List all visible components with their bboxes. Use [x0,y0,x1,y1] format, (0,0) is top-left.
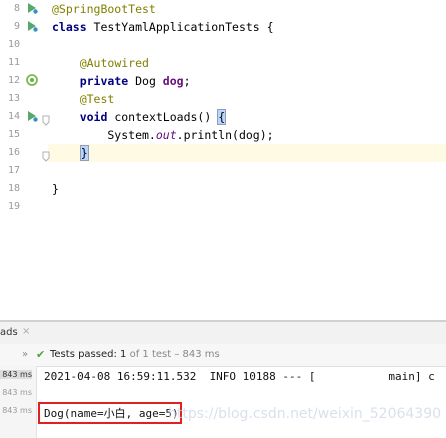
gutter-line: 16 [0,144,50,162]
gutter-line: 8 [0,0,48,18]
duration-label: 843 ms [2,406,32,415]
code-line[interactable]: @SpringBootTest [52,0,156,18]
code-token: private [79,74,136,88]
duration-label[interactable]: 843 ms [0,370,32,379]
line-number: 8 [13,3,20,14]
line-number: 14 [7,111,20,122]
tests-passed-status: Tests passed: 1 of 1 test – 843 ms [50,349,220,360]
gutter-line: 17 [0,162,48,180]
code-token: } [79,145,89,161]
fold-marker-icon[interactable] [42,111,50,126]
gutter-line: 12 [0,72,48,90]
code-line[interactable]: @Autowired [52,54,149,72]
code-line[interactable]: class TestYamlApplicationTests { [52,18,274,36]
run-gutter-icon[interactable] [24,1,40,17]
close-icon[interactable]: × [22,326,30,337]
editor-gutter[interactable]: 8 9 10 11 12 13 14 15 16 17 18 19 [0,0,50,320]
code-line[interactable]: System.out.println(dog); [52,126,274,144]
gutter-line: 19 [0,198,48,216]
code-token: class [52,20,94,34]
gutter-line: 18 [0,180,48,198]
line-number: 10 [7,39,20,50]
tests-passed-detail: of 1 test – 843 ms [129,349,220,360]
gutter-line: 11 [0,54,48,72]
test-results-bar: » ✔ Tests passed: 1 of 1 test – 843 ms [0,344,446,367]
line-number: 16 [7,147,20,158]
run-gutter-icon[interactable] [24,109,40,125]
code-line[interactable]: } [52,180,59,198]
code-token: TestYamlApplicationTests { [93,20,274,34]
line-number: 12 [7,75,20,86]
gutter-line: 14 [0,108,50,126]
line-number: 9 [13,21,20,32]
gutter-line: 10 [0,36,48,54]
code-token: } [52,182,59,196]
code-token: System. [52,128,156,142]
code-token: void [79,110,115,124]
code-line[interactable]: } [52,144,89,162]
code-token: contextLoads() [114,110,219,124]
code-token: Dog [135,74,163,88]
tests-passed-label: Tests passed: [50,349,117,360]
line-number: 13 [7,93,20,104]
fold-marker-icon[interactable] [42,147,50,162]
line-number: 19 [7,201,20,212]
code-line[interactable]: private Dog dog; [52,72,191,90]
tests-passed-count: 1 [120,349,127,360]
code-token: ; [183,74,191,88]
gutter-line: 15 [0,126,48,144]
code-token: { [217,109,227,125]
console-output[interactable]: 2021-04-08 16:59:11.532 INFO 10188 --- [… [38,366,446,438]
gutter-line: 9 [0,18,48,36]
code-token: dog [162,74,184,88]
spring-bean-icon[interactable] [24,73,40,89]
console-log-line: 2021-04-08 16:59:11.532 INFO 10188 --- [… [44,370,435,383]
duration-label: 843 ms [2,388,32,397]
test-duration-column: 843 ms 843 ms 843 ms [0,366,37,438]
run-gutter-icon[interactable] [24,19,40,35]
run-tool-window-header: ads × [0,322,446,345]
code-editor[interactable]: 8 9 10 11 12 13 14 15 16 17 18 19 @SpringBootTest cl… [0,0,446,320]
line-number: 17 [7,165,20,176]
code-line[interactable]: @Test [52,90,115,108]
gutter-line: 13 [0,90,48,108]
code-token: @SpringBootTest [52,2,156,16]
code-token: out [155,128,177,142]
check-icon: ✔ [36,348,46,361]
console-result-line: Dog(name=小白, age=5) [44,407,179,420]
code-token: @Test [79,92,115,106]
line-number: 15 [7,129,20,140]
code-token: @Autowired [79,56,149,70]
line-number: 11 [7,57,20,68]
watermark-text: https://blog.csdn.net/weixin_52064390 [168,406,442,422]
chevron-right-icon[interactable]: » [22,349,28,360]
code-line[interactable]: void contextLoads() { [52,108,227,126]
run-tab-label[interactable]: ads [0,327,18,338]
current-line-highlight [48,144,446,162]
line-number: 18 [7,183,20,194]
code-token: .println(dog); [176,128,274,142]
